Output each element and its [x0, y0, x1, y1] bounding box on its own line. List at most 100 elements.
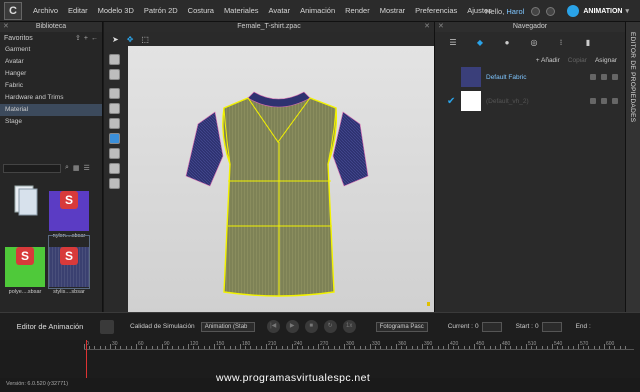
menu-preferencias[interactable]: Preferencias: [410, 6, 462, 15]
texture-icon[interactable]: [109, 103, 120, 114]
thumb-nylon[interactable]: S nylon....sbsar: [49, 180, 89, 239]
loop-icon[interactable]: ↻: [323, 320, 337, 333]
tab-topstitch-icon[interactable]: ⁝: [551, 38, 571, 47]
fabric-row-second[interactable]: ✔ (Default_vh_2): [435, 90, 626, 112]
current-frame-value[interactable]: 0: [475, 323, 479, 330]
tab-buttonhole-icon[interactable]: ◎: [524, 38, 544, 47]
grid-view-icon[interactable]: ▦: [73, 164, 80, 172]
frame-mode-select[interactable]: Fotograma Pasc: [375, 321, 428, 332]
wireframe-icon[interactable]: [109, 148, 120, 159]
timeline-tick: [188, 344, 189, 349]
garment-scene[interactable]: [128, 46, 434, 332]
thumb-stylized[interactable]: S stylis....sbsar: [48, 235, 90, 295]
thumb-folder[interactable]: [5, 180, 45, 232]
folder-icon: [5, 180, 45, 220]
select-tool-icon[interactable]: ➤: [112, 35, 119, 44]
menu-bar: C Archivo Editar Modelo 3D Patrón 2D Cos…: [0, 0, 640, 22]
fabric-delete-icon[interactable]: [612, 74, 618, 80]
fabric-name: Default Fabric: [486, 73, 527, 81]
fabric-visibility-icon[interactable]: [590, 98, 596, 104]
start-frame-value[interactable]: 0: [535, 323, 539, 330]
favorites-row: Favoritos ⇪ + ←: [0, 32, 102, 44]
tab-zipper-icon[interactable]: ▮: [578, 38, 598, 47]
property-editor-tab[interactable]: EDITOR DE PROPIEDADES: [625, 22, 640, 312]
shaded-view-icon[interactable]: [109, 133, 120, 144]
menu-materiales[interactable]: Materiales: [219, 6, 264, 15]
upload-icon[interactable]: ⇪: [75, 35, 81, 42]
speed-icon[interactable]: 1x: [342, 320, 356, 333]
library-search-input[interactable]: [3, 163, 61, 173]
timeline-tick: [177, 346, 179, 349]
timeline-tick: [552, 344, 553, 349]
library-item-fabric[interactable]: Fabric: [0, 80, 102, 92]
avatar-icon[interactable]: [109, 88, 120, 99]
menu-archivo[interactable]: Archivo: [28, 6, 63, 15]
back-icon[interactable]: ←: [91, 35, 98, 42]
record-icon[interactable]: [100, 319, 114, 334]
assign-button[interactable]: Asignar: [595, 57, 617, 64]
timeline-tick: [349, 346, 351, 349]
mode-selector[interactable]: ANIMATION ▾: [562, 4, 634, 18]
timeline-tick: [578, 344, 579, 349]
timeline-tick: [208, 346, 210, 349]
thumb-polyester[interactable]: S polye....sbsar: [5, 236, 45, 295]
fabric-lock-icon[interactable]: [601, 74, 607, 80]
simulate-icon[interactable]: [109, 54, 120, 65]
fabric-visibility-icon[interactable]: [590, 74, 596, 80]
fabric-lock-icon[interactable]: [601, 98, 607, 104]
add-icon[interactable]: +: [84, 35, 88, 42]
globe-icon[interactable]: [109, 178, 120, 189]
close-icon[interactable]: ✕: [3, 22, 9, 32]
timeline-tick: [245, 346, 247, 349]
current-frame-input[interactable]: [481, 321, 502, 332]
tab-list-icon[interactable]: ☰: [443, 38, 463, 47]
info-icon[interactable]: [531, 6, 541, 16]
tab-fabric-icon[interactable]: ◆: [470, 38, 490, 47]
menu-animacion[interactable]: Animación: [295, 6, 340, 15]
timeline-ruler[interactable]: 0 30 60 90 120 150 180 210 240 270 300 330 360 390 420…: [84, 340, 634, 350]
add-fabric-button[interactable]: + Añadir: [536, 57, 560, 64]
sim-quality-select[interactable]: Animation (Stab: [200, 321, 255, 332]
timeline-tick: [89, 346, 91, 349]
xray-icon[interactable]: [109, 163, 120, 174]
play-icon[interactable]: ▶: [285, 320, 299, 333]
timeline-tick: [302, 346, 304, 349]
library-item-stage[interactable]: Stage: [0, 116, 102, 128]
menu-editar[interactable]: Editar: [63, 6, 93, 15]
timeline-tick: [260, 346, 262, 349]
user-name[interactable]: Harol: [506, 7, 524, 16]
timeline-tick: [422, 344, 423, 349]
menu-mostrar[interactable]: Mostrar: [375, 6, 410, 15]
close-icon[interactable]: ✕: [424, 22, 430, 32]
timeline-tick: [318, 344, 319, 349]
library-item-avatar[interactable]: Avatar: [0, 56, 102, 68]
garment-render[interactable]: [128, 46, 434, 312]
stop-icon[interactable]: ■: [304, 320, 318, 333]
menu-costura[interactable]: Costura: [183, 6, 219, 15]
search-icon[interactable]: ⌕: [65, 164, 69, 172]
start-frame-input[interactable]: [541, 321, 562, 332]
transform-tool-icon[interactable]: ⬚: [141, 35, 149, 44]
menu-patron-2d[interactable]: Patrón 2D: [139, 6, 183, 15]
light-icon[interactable]: [109, 118, 120, 129]
timeline-tick: [307, 346, 309, 349]
library-item-hanger[interactable]: Hanger: [0, 68, 102, 80]
fabric-delete-icon[interactable]: [612, 98, 618, 104]
library-item-material[interactable]: Material: [0, 104, 102, 116]
library-item-garment[interactable]: Garment: [0, 44, 102, 56]
skip-start-icon[interactable]: |◀: [266, 320, 280, 333]
settings-icon[interactable]: [546, 6, 556, 16]
menu-avatar[interactable]: Avatar: [264, 6, 296, 15]
playhead[interactable]: [86, 340, 87, 378]
list-view-icon[interactable]: ☰: [84, 164, 90, 172]
tab-button-icon[interactable]: ●: [497, 38, 517, 47]
menu-render[interactable]: Render: [340, 6, 375, 15]
copy-button[interactable]: Copiar: [568, 57, 587, 64]
library-item-hardware[interactable]: Hardware and Trims: [0, 92, 102, 104]
menu-modelo-3d[interactable]: Modelo 3D: [93, 6, 139, 15]
move-tool-icon[interactable]: ✥: [127, 35, 134, 44]
timeline-tick: [172, 346, 174, 349]
pin-icon[interactable]: [109, 69, 120, 80]
fabric-row-default[interactable]: Default Fabric: [435, 66, 626, 88]
close-icon[interactable]: ✕: [438, 22, 444, 32]
